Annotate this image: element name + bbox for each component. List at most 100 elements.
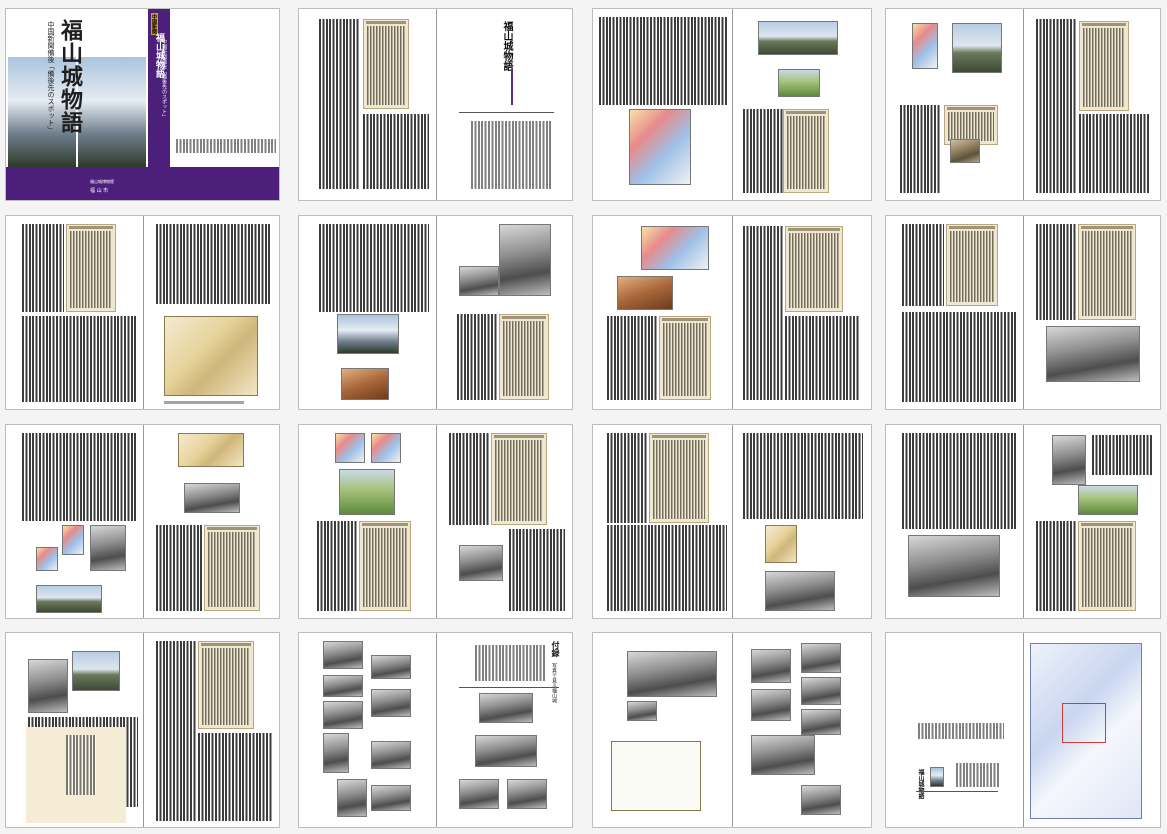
spread-5[interactable]	[5, 215, 280, 410]
stone-wall-photo	[28, 659, 68, 713]
newspaper-clipping	[1079, 21, 1129, 111]
newspaper-clipping	[359, 521, 411, 611]
cover-title: 福山城物語	[57, 19, 83, 134]
spread-14-appendix[interactable]: 付録 写真で見る福山城	[298, 632, 573, 828]
appendix-photo	[323, 675, 363, 697]
castle-photo-bw	[499, 224, 551, 296]
cover-back-text	[176, 139, 276, 153]
newspaper-clipping	[649, 433, 709, 523]
gutter	[1023, 633, 1024, 827]
afterword-text	[66, 735, 96, 795]
spread-4[interactable]	[885, 8, 1161, 201]
newspaper-clipping	[783, 109, 829, 193]
appendix-photo	[371, 689, 411, 717]
newspaper-clipping	[66, 224, 116, 312]
newspaper-clipping	[363, 19, 409, 109]
text-block	[1036, 19, 1076, 193]
spread-cover[interactable]: 福山城物語 中国新聞備後「備後先のスポット」 中国新聞 福山城物語 中国新聞備後…	[5, 8, 280, 201]
back-castle-photo	[930, 767, 944, 787]
spread-13[interactable]	[5, 632, 280, 828]
gutter	[143, 216, 144, 409]
spread-2[interactable]: 福山城物語	[298, 8, 573, 201]
photo	[801, 785, 841, 815]
newspaper-clipping	[1078, 224, 1136, 320]
text-block	[607, 316, 657, 400]
text-block	[743, 433, 863, 519]
old-map	[178, 433, 244, 467]
gutter	[436, 9, 437, 200]
spread-3[interactable]	[592, 8, 872, 201]
photo	[751, 735, 815, 775]
portrait-1	[335, 433, 365, 463]
newspaper-clipping	[198, 641, 254, 729]
spread-10[interactable]	[298, 424, 573, 619]
gutter	[436, 216, 437, 409]
text-block	[743, 109, 783, 193]
text-block	[457, 314, 497, 400]
armor-illustration	[36, 547, 58, 571]
ship-photo	[90, 525, 126, 571]
spread-9[interactable]	[5, 424, 280, 619]
rule	[459, 687, 559, 688]
newspaper-clipping	[204, 525, 260, 611]
text-block	[1036, 224, 1076, 320]
appendix-text	[475, 645, 545, 681]
painting	[36, 585, 102, 613]
spread-16-backmatter[interactable]: 福山城物語	[885, 632, 1161, 828]
cover-subtitle: 中国新聞備後「備後先のスポット」	[47, 21, 55, 133]
back-title: 福山城物語	[917, 769, 924, 799]
text-block	[902, 224, 944, 306]
appendix-photo	[371, 785, 411, 811]
castle-plan-map	[164, 316, 258, 396]
text-block	[607, 525, 727, 611]
text-block	[317, 521, 357, 611]
map-photo	[629, 109, 691, 185]
gutter	[143, 633, 144, 827]
cover-publisher: 福山城博物館	[90, 179, 114, 184]
gutter	[436, 425, 437, 618]
spine-subtitle: 中国新聞備後「備後先のスポット」	[161, 39, 167, 119]
spread-6[interactable]	[298, 215, 573, 410]
artifact-photo	[617, 276, 673, 310]
monument-photo	[339, 469, 395, 515]
text-block	[509, 529, 565, 611]
spread-15[interactable]	[592, 632, 872, 828]
appendix-photo	[371, 655, 411, 679]
woodblock-print-2	[952, 23, 1002, 73]
rule	[916, 791, 998, 792]
text-block	[1092, 435, 1152, 475]
artifact-photo	[341, 368, 389, 400]
spread-7[interactable]	[592, 215, 872, 410]
text-block	[743, 226, 783, 400]
text-block	[319, 19, 359, 189]
building-photo	[459, 545, 503, 581]
colophon-text	[918, 723, 1004, 739]
old-map	[765, 525, 797, 563]
appendix-title: 付録	[551, 641, 561, 657]
text-block	[785, 316, 859, 400]
spread-12[interactable]	[885, 424, 1161, 619]
plan-diagram	[641, 226, 709, 270]
text-block	[156, 641, 196, 821]
photo	[751, 689, 791, 721]
appendix-photo	[459, 779, 499, 809]
appendix-photo	[323, 733, 349, 773]
appendix-photo	[337, 779, 367, 817]
preface-text	[471, 121, 551, 189]
spread-11[interactable]	[592, 424, 872, 619]
gutter	[436, 633, 437, 827]
spread-8[interactable]	[885, 215, 1161, 410]
appendix-photo	[371, 741, 411, 769]
title-rule	[511, 69, 513, 105]
photo	[950, 139, 980, 163]
newspaper-clipping	[1078, 521, 1136, 611]
text-block	[1036, 521, 1076, 611]
castle-photo	[337, 314, 399, 354]
newspaper-clipping	[946, 224, 998, 306]
spine-badge: 中国新聞	[151, 13, 158, 35]
woodblock-print	[912, 23, 938, 69]
text-block	[607, 433, 647, 523]
gutter	[1023, 9, 1024, 200]
text-block	[319, 224, 429, 312]
gutter	[732, 9, 733, 200]
